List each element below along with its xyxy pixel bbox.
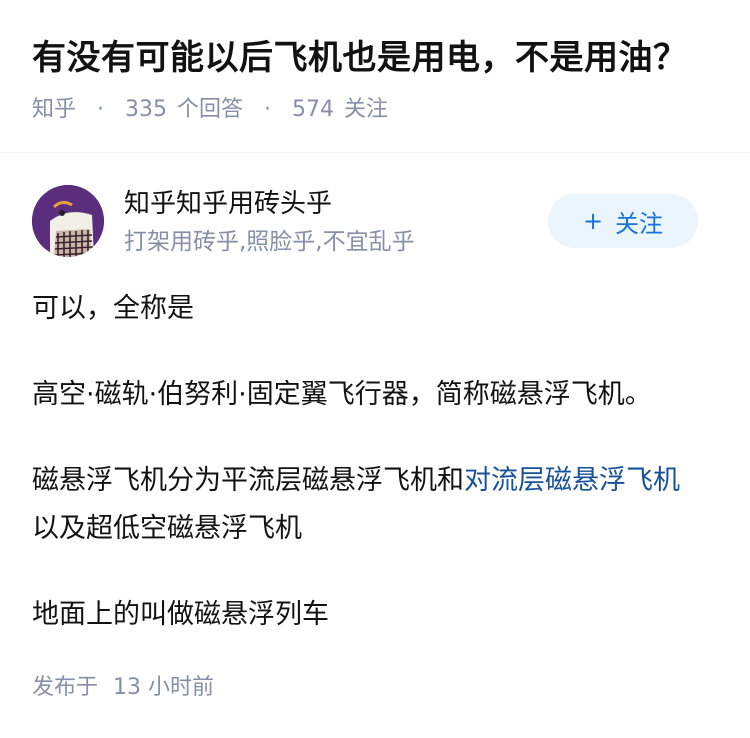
meta-separator: · bbox=[97, 97, 105, 122]
published-label: 发布于 bbox=[32, 675, 99, 700]
author-name[interactable]: 知乎知乎用砖头乎 bbox=[124, 185, 332, 223]
avatar[interactable] bbox=[32, 185, 104, 257]
meta-separator: · bbox=[264, 97, 272, 122]
author-row: 知乎知乎用砖头乎 打架用砖乎,照脸乎,不宜乱乎 + 关注 bbox=[32, 185, 718, 261]
answer-text: 磁悬浮飞机分为平流层磁悬浮飞机和 bbox=[32, 465, 464, 496]
published-value: 13 小时前 bbox=[113, 675, 215, 700]
plus-icon: + bbox=[582, 207, 604, 235]
answer-paragraph: 磁悬浮飞机分为平流层磁悬浮飞机和对流层磁悬浮飞机以及超低空磁悬浮飞机 bbox=[32, 457, 702, 553]
followers-label: 关注 bbox=[344, 97, 389, 122]
answer-text: 以及超低空磁悬浮飞机 bbox=[32, 513, 302, 544]
question-header: 有没有可能以后飞机也是用电，不是用油？ 知乎 · 335 个回答 · 574 关注 bbox=[0, 0, 750, 153]
publish-time: 发布于 13 小时前 bbox=[32, 670, 214, 706]
question-title[interactable]: 有没有可能以后飞机也是用电，不是用油？ bbox=[32, 34, 688, 82]
answer-paragraph: 可以，全称是 bbox=[32, 293, 194, 324]
answer-paragraph: 高空·磁轨·伯努利·固定翼飞行器，简称磁悬浮飞机。 bbox=[32, 379, 652, 410]
answer-body: 可以，全称是 高空·磁轨·伯努利·固定翼飞行器，简称磁悬浮飞机。 磁悬浮飞机分为… bbox=[32, 285, 702, 677]
author-bio: 打架用砖乎,照脸乎,不宜乱乎 bbox=[124, 229, 415, 255]
follow-button[interactable]: + 关注 bbox=[548, 194, 698, 248]
avatar-image bbox=[32, 185, 104, 257]
source-label[interactable]: 知乎 bbox=[32, 97, 76, 122]
answer-paragraph: 地面上的叫做磁悬浮列车 bbox=[32, 599, 329, 630]
answers-label: 个回答 bbox=[177, 97, 244, 122]
follow-label: 关注 bbox=[615, 209, 664, 238]
topic-link[interactable]: 对流层磁悬浮飞机 bbox=[464, 465, 680, 496]
answers-count: 335 bbox=[125, 97, 168, 122]
question-meta: 知乎 · 335 个回答 · 574 关注 bbox=[32, 92, 388, 128]
followers-count: 574 bbox=[292, 97, 335, 122]
